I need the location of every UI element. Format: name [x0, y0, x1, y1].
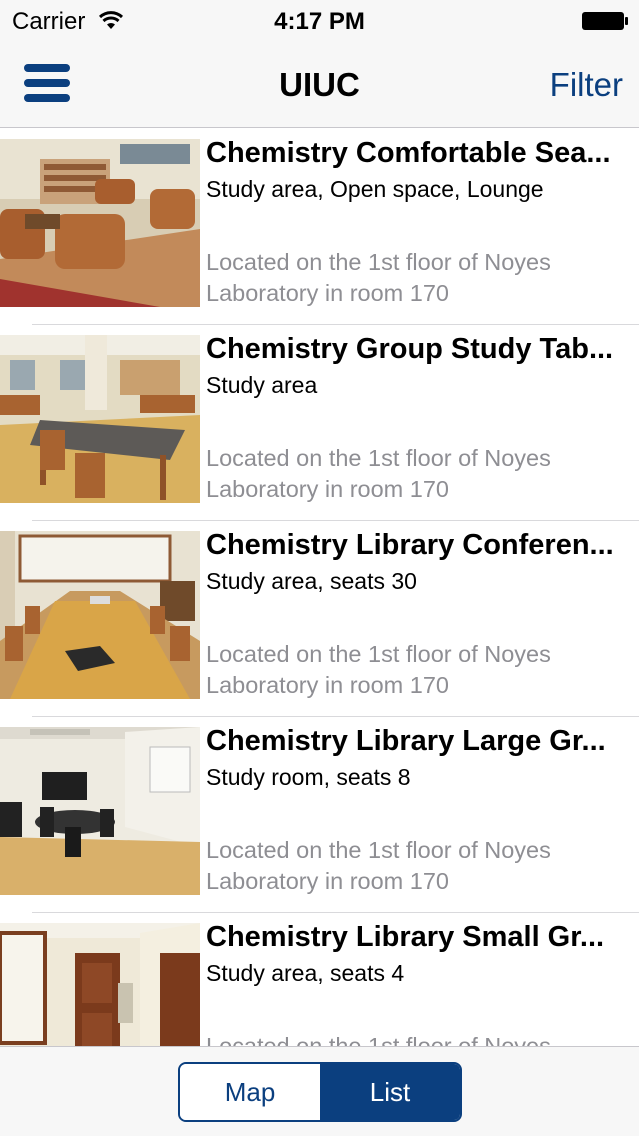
hamburger-menu-icon[interactable] [24, 64, 70, 102]
list-item[interactable]: Chemistry Library Conferen... Study area… [0, 521, 639, 717]
space-location: Located on the 1st floor of Noyes Labora… [206, 641, 551, 698]
space-tags: Study area, Open space, Lounge [206, 176, 544, 202]
space-photo [0, 727, 200, 895]
space-location: Located on the 1st floor of Noyes Labora… [206, 1033, 551, 1046]
space-location: Located on the 1st floor of Noyes Labora… [206, 445, 551, 502]
battery-icon [582, 12, 628, 30]
space-title: Chemistry Library Small Gr... [206, 921, 605, 953]
list-item[interactable]: Chemistry Library Large Gr... Study room… [0, 717, 639, 913]
space-tags: Study room, seats 8 [206, 764, 411, 790]
space-tags: Study area, seats 4 [206, 960, 405, 986]
space-title: Chemistry Group Study Tab... [206, 333, 614, 365]
list-item[interactable]: Chemistry Group Study Tab... Study area … [0, 325, 639, 521]
space-photo [0, 531, 200, 699]
status-bar: Carrier 4:17 PM [0, 0, 639, 40]
space-title: Chemistry Library Conferen... [206, 529, 614, 561]
space-photo [0, 139, 200, 307]
status-time: 4:17 PM [274, 8, 365, 35]
filter-button[interactable]: Filter [550, 66, 623, 104]
bottom-toolbar: Map List [0, 1046, 639, 1136]
space-location: Located on the 1st floor of Noyes Labora… [206, 249, 551, 306]
space-tags: Study area, seats 30 [206, 568, 417, 594]
list-item[interactable]: Chemistry Comfortable Sea... Study area,… [0, 129, 639, 325]
list-view-button[interactable]: List [320, 1064, 460, 1120]
space-photo [0, 923, 200, 1046]
space-photo [0, 335, 200, 503]
space-tags: Study area [206, 372, 318, 398]
study-space-list[interactable]: Chemistry Comfortable Sea... Study area,… [0, 129, 639, 1046]
list-item[interactable]: Chemistry Library Small Gr... Study area… [0, 913, 639, 1046]
view-toggle: Map List [178, 1062, 462, 1122]
map-view-button[interactable]: Map [180, 1064, 320, 1120]
space-location: Located on the 1st floor of Noyes Labora… [206, 837, 551, 894]
page-title: UIUC [279, 66, 360, 103]
navigation-bar: UIUC Filter [0, 40, 639, 128]
space-title: Chemistry Comfortable Sea... [206, 137, 611, 169]
space-title: Chemistry Library Large Gr... [206, 725, 606, 757]
